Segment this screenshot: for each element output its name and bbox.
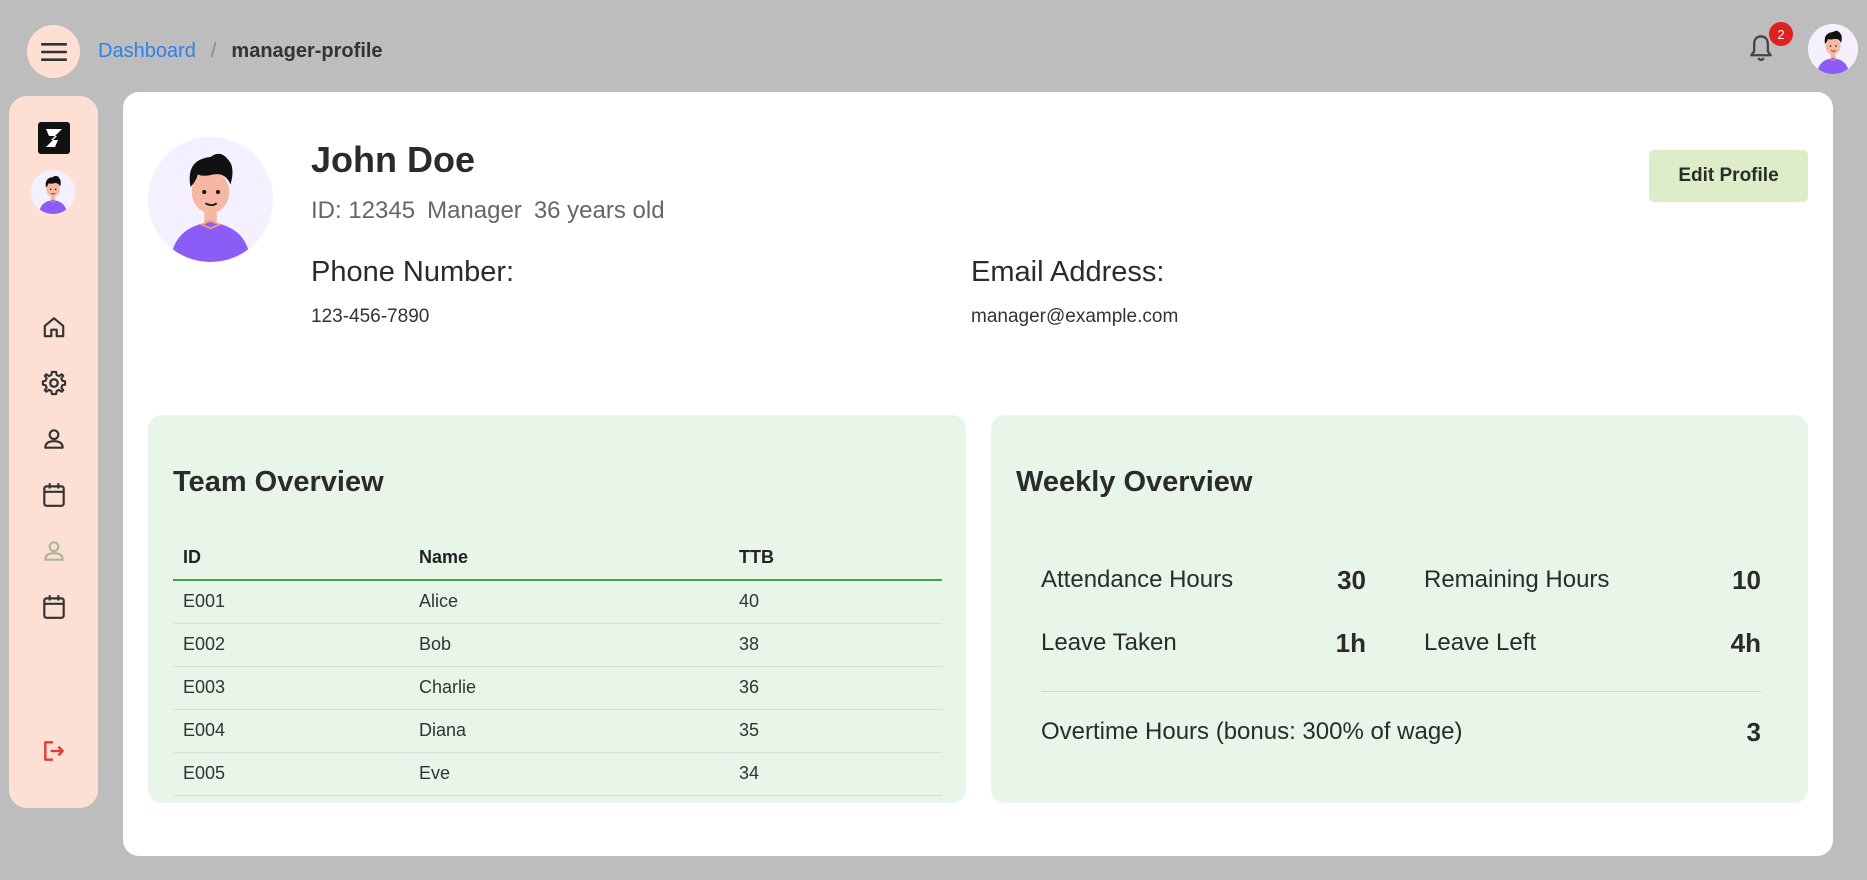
edit-profile-button[interactable]: Edit Profile	[1649, 150, 1808, 202]
sidebar-item-schedule[interactable]	[39, 592, 69, 622]
breadcrumb-dashboard-link[interactable]: Dashboard	[98, 40, 196, 63]
logout-icon	[44, 741, 64, 761]
table-row[interactable]: E001 Alice 40	[173, 580, 942, 624]
leave-left-label: Leave Left	[1424, 629, 1537, 656]
cell-name: Charlie	[409, 666, 729, 710]
profile-meta: ID: 12345 Manager 36 years old	[311, 197, 665, 225]
z-logo-icon[interactable]	[38, 122, 70, 154]
weekly-overview-title: Weekly Overview	[1016, 466, 1253, 498]
table-row[interactable]: E002 Bob 38	[173, 623, 942, 667]
profile-card: John Doe ID: 12345 Manager 36 years old …	[123, 92, 1833, 856]
user-icon	[44, 541, 64, 561]
calendar-icon	[43, 483, 65, 507]
email-label: Email Address:	[971, 256, 1165, 288]
cell-ttb: 35	[729, 709, 942, 753]
cell-ttb: 40	[729, 580, 942, 624]
column-header-ttb[interactable]: TTB	[729, 535, 942, 581]
overtime-hours-value: 3	[1746, 717, 1761, 747]
profile-age: 36 years old	[533, 197, 665, 224]
cell-id: E004	[173, 709, 409, 753]
cell-ttb: 38	[729, 623, 942, 667]
sidebar-item-manager-profile[interactable]	[39, 536, 69, 566]
team-overview-panel: Team Overview ID Name TTB E001 Alice 40 …	[148, 415, 966, 803]
cell-id: E002	[173, 623, 409, 667]
remaining-hours-label: Remaining Hours	[1424, 566, 1610, 593]
menu-icon	[40, 42, 67, 61]
cell-name: Diana	[409, 709, 729, 753]
sidebar-item-calendar[interactable]	[39, 480, 69, 510]
breadcrumb-current: manager-profile	[231, 40, 383, 62]
phone-label: Phone Number:	[311, 256, 515, 288]
divider	[1041, 691, 1761, 692]
cell-ttb: 36	[729, 666, 942, 710]
breadcrumb-separator: /	[210, 40, 217, 62]
table-row[interactable]: E004 Diana 35	[173, 709, 942, 753]
cell-name: Alice	[409, 580, 729, 624]
notification-count-badge: 2	[1769, 22, 1793, 46]
gear-icon	[41, 370, 67, 396]
sidebar-item-settings[interactable]	[39, 368, 69, 398]
table-header-row: ID Name TTB	[173, 535, 942, 581]
calendar-icon	[43, 595, 65, 619]
breadcrumb: Dashboard / manager-profile	[98, 40, 383, 63]
sidebar	[9, 96, 98, 808]
email-value: manager@example.com	[971, 306, 1179, 327]
cell-name: Eve	[409, 752, 729, 796]
sidebar-avatar[interactable]	[31, 170, 75, 214]
team-table: ID Name TTB E001 Alice 40 E002 Bob 38 E0…	[173, 535, 942, 796]
table-row[interactable]: E003 Charlie 36	[173, 666, 942, 710]
menu-button[interactable]	[27, 25, 80, 78]
attendance-hours-value: 30	[1337, 565, 1366, 595]
sidebar-item-logout[interactable]	[39, 736, 69, 766]
leave-left-value: 4h	[1730, 628, 1761, 658]
user-icon	[44, 429, 64, 449]
profile-avatar	[148, 137, 273, 262]
attendance-hours-label: Attendance Hours	[1041, 566, 1234, 593]
cell-id: E003	[173, 666, 409, 710]
profile-name: John Doe	[311, 139, 476, 180]
column-header-id[interactable]: ID	[173, 535, 409, 581]
team-overview-title: Team Overview	[173, 466, 384, 498]
remaining-hours-value: 10	[1732, 565, 1761, 595]
home-icon	[43, 317, 65, 338]
table-row[interactable]: E005 Eve 34	[173, 752, 942, 796]
cell-name: Bob	[409, 623, 729, 667]
leave-taken-label: Leave Taken	[1041, 629, 1177, 656]
phone-value: 123-456-7890	[311, 306, 430, 327]
profile-role: Manager	[427, 197, 522, 224]
active-item-indicator	[0, 454, 9, 474]
weekly-overview-panel: Weekly Overview Attendance Hours 30 Rema…	[991, 415, 1808, 803]
cell-id: E001	[173, 580, 409, 624]
profile-id: ID: 12345	[311, 197, 416, 224]
column-header-name[interactable]: Name	[409, 535, 729, 581]
user-avatar[interactable]	[1808, 24, 1858, 74]
sidebar-item-profile[interactable]	[39, 424, 69, 454]
overtime-hours-label: Overtime Hours (bonus: 300% of wage)	[1041, 718, 1463, 745]
sidebar-item-home[interactable]	[39, 312, 69, 342]
leave-taken-value: 1h	[1335, 628, 1366, 658]
cell-ttb: 34	[729, 752, 942, 796]
cell-id: E005	[173, 752, 409, 796]
